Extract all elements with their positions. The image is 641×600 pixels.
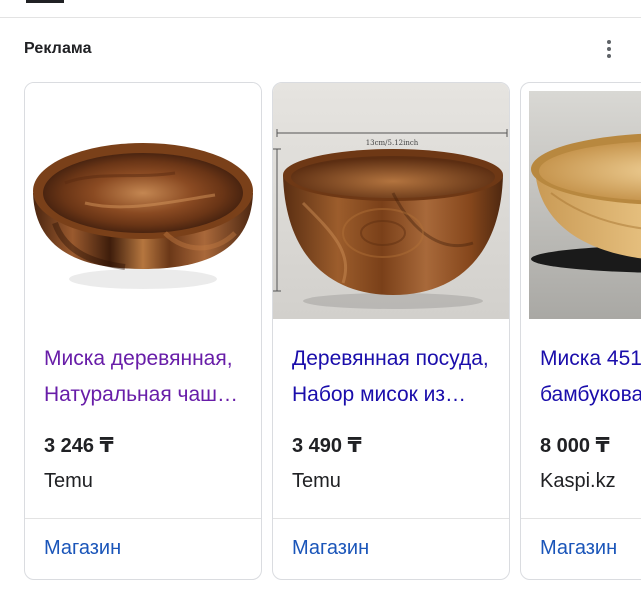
product-seller: Temu — [292, 470, 341, 492]
product-title[interactable]: Миска 451355382 бамбуковая — [540, 341, 641, 413]
shop-link[interactable]: Магазин — [292, 537, 369, 560]
shop-link[interactable]: Магазин — [44, 537, 121, 560]
shop-link[interactable]: Магазин — [540, 537, 617, 560]
card-divider — [521, 518, 641, 519]
product-price: 3 246 ₸ — [44, 435, 114, 457]
product-price: 8 000 ₸ — [540, 435, 610, 457]
product-image[interactable] — [25, 83, 261, 319]
image-caption: 13cm/5.12inch — [366, 139, 419, 147]
product-title[interactable]: Деревянная посуда, Набор мисок из акации — [292, 341, 497, 413]
product-seller: Temu — [44, 470, 93, 492]
top-tab-indicator — [26, 0, 64, 3]
product-card[interactable]: Миска деревянная, Натуральная чаша из ак… — [24, 82, 262, 580]
ad-label: Реклама — [24, 40, 92, 57]
card-divider — [25, 518, 261, 519]
product-price: 3 490 ₸ — [292, 435, 362, 457]
product-image[interactable] — [521, 83, 641, 319]
product-title[interactable]: Миска деревянная, Натуральная чаша из ак… — [44, 341, 249, 413]
card-divider — [273, 518, 509, 519]
product-seller: Kaspi.kz — [540, 470, 616, 492]
ad-header: Реклама — [24, 38, 624, 60]
more-vert-icon[interactable] — [597, 37, 621, 61]
product-image[interactable]: 13cm/5.12inch — [273, 83, 509, 319]
product-card[interactable]: Миска 451355382 бамбуковая 8 000 ₸ Kaspi… — [520, 82, 641, 580]
product-carousel[interactable]: Миска деревянная, Натуральная чаша из ак… — [24, 82, 641, 580]
product-card[interactable]: 13cm/5.12inch Деревянная посуда, Набор м… — [272, 82, 510, 580]
top-divider — [0, 17, 641, 18]
